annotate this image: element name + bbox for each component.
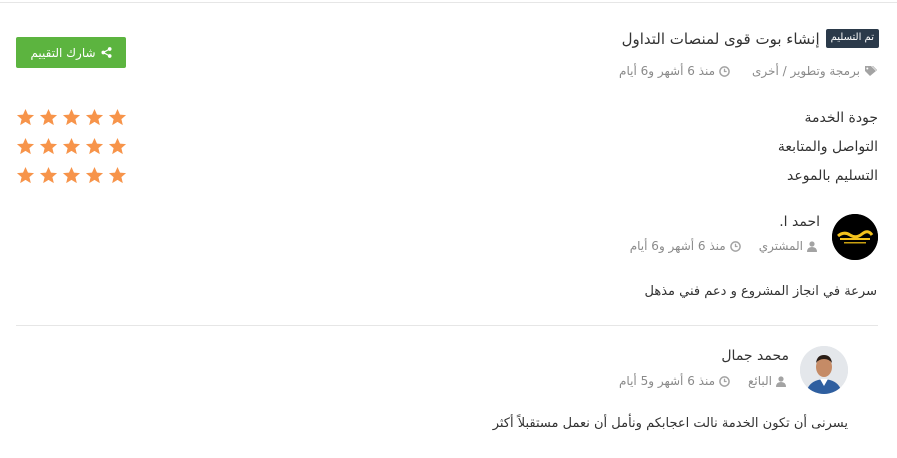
star-icon (108, 137, 127, 155)
buyer-avatar[interactable] (832, 214, 878, 260)
ratings-section: جودة الخدمة التواصل والمتابعة التسليم با… (16, 108, 878, 195)
rating-label: جودة الخدمة (804, 110, 878, 126)
project-category[interactable]: برمجة وتطوير / أخرى (752, 64, 860, 78)
star-rating (16, 137, 127, 156)
user-icon (776, 375, 786, 387)
share-icon (101, 47, 112, 58)
buyer-role: المشتري (758, 239, 803, 253)
clock-icon (729, 240, 741, 252)
rating-row-delivery: التسليم بالموعد (16, 166, 878, 195)
project-title[interactable]: إنشاء بوت قوى لمنصات التداول (622, 30, 820, 48)
seller-name[interactable]: محمد جمال (721, 348, 789, 364)
star-icon (16, 166, 35, 184)
seller-meta: البائع منذ 6 أشهر و5 أيام (619, 374, 786, 388)
star-icon (85, 137, 104, 155)
seller-time: منذ 6 أشهر و5 أيام (619, 374, 715, 388)
tag-icon (864, 65, 877, 77)
rating-label: التواصل والمتابعة (777, 139, 878, 155)
seller-comment: يسرنى أن تكون الخدمة نالت اعجابكم ونأمل … (492, 416, 848, 431)
star-icon (85, 108, 104, 126)
star-icon (16, 108, 35, 126)
star-icon (39, 137, 58, 155)
star-icon (108, 166, 127, 184)
star-icon (108, 108, 127, 126)
status-badge: تم التسليم (825, 29, 879, 48)
star-icon (62, 166, 81, 184)
share-review-button[interactable]: شارك التقييم (16, 37, 126, 68)
rating-row-quality: جودة الخدمة (16, 108, 878, 137)
star-rating (16, 108, 127, 127)
buyer-name[interactable]: احمد ا. (779, 214, 820, 230)
buyer-time: منذ 6 أشهر و6 أيام (629, 239, 726, 253)
user-icon (807, 240, 817, 252)
star-icon (62, 137, 81, 155)
buyer-meta: المشتري منذ 6 أشهر و6 أيام (630, 239, 817, 253)
project-time: منذ 6 أشهر و6 أيام (619, 64, 716, 78)
top-divider (0, 2, 897, 3)
star-icon (39, 108, 58, 126)
project-header: تم التسليم إنشاء بوت قوى لمنصات التداول (622, 29, 879, 48)
rating-row-communication: التواصل والمتابعة (16, 137, 878, 166)
star-icon (62, 108, 81, 126)
star-icon (85, 166, 104, 184)
star-rating (16, 166, 127, 185)
star-icon (39, 166, 58, 184)
clock-icon (719, 375, 730, 387)
clock-icon (719, 65, 730, 77)
share-button-label: شارك التقييم (30, 45, 96, 60)
seller-avatar[interactable] (800, 346, 848, 394)
project-meta: برمجة وتطوير / أخرى منذ 6 أشهر و6 أيام (619, 64, 877, 78)
star-icon (16, 137, 35, 155)
review-divider (16, 325, 878, 326)
buyer-comment: سرعة في انجاز المشروع و دعم فني مذهل (644, 284, 877, 299)
seller-role: البائع (748, 374, 772, 388)
rating-label: التسليم بالموعد (787, 168, 878, 184)
